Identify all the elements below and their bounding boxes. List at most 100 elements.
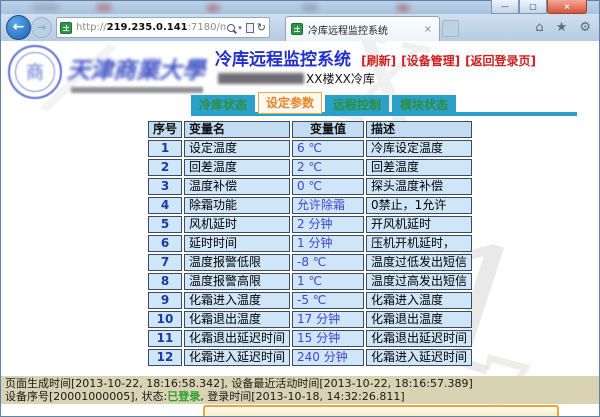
variable-value: 240 分钟 bbox=[292, 349, 364, 366]
tab-underline-bar bbox=[191, 112, 577, 116]
url-text[interactable]: http://219.235.0.141:7180/ni?SID=C15 bbox=[76, 22, 226, 33]
forward-button[interactable]: → bbox=[31, 17, 52, 38]
location-suffix: XX楼XX冷库 bbox=[306, 70, 375, 87]
window-controls: — ▢ × bbox=[491, 0, 587, 14]
back-arrow-icon: ← bbox=[13, 19, 25, 35]
minimize-button[interactable]: — bbox=[491, 0, 519, 14]
variable-name: 化霜退出温度 bbox=[184, 311, 290, 328]
variable-desc: 压机开机延时， bbox=[366, 235, 472, 252]
variable-desc: 化霜退出延迟时间 bbox=[366, 330, 472, 347]
row-number: 10 bbox=[148, 311, 182, 328]
variable-desc: 回差温度 bbox=[366, 159, 472, 176]
search-icon[interactable] bbox=[227, 24, 235, 32]
browser-chrome: ← → http://219.235.0.141:7180/ni?SID=C15… bbox=[1, 14, 599, 41]
row-number: 6 bbox=[148, 235, 182, 252]
variable-desc: 化霜进入温度 bbox=[366, 292, 472, 309]
tab-bar: 冷库状态设定参数远程控制模块状态 bbox=[191, 92, 456, 114]
favorites-star-icon[interactable]: ★ bbox=[556, 20, 568, 35]
variable-desc: 冷库设定温度 bbox=[366, 140, 472, 157]
table-row: 8温度报警高限1 ℃温度过高发出短信 bbox=[148, 273, 472, 290]
table-row: 11化霜退出延迟时间15 分钟化霜退出延迟时间 bbox=[148, 330, 472, 347]
location-subtitle: XX楼XX冷库 bbox=[218, 70, 375, 87]
close-button[interactable]: × bbox=[547, 0, 587, 14]
row-number: 3 bbox=[148, 178, 182, 195]
variable-desc: 探头温度补偿 bbox=[366, 178, 472, 195]
search-dropdown-caret-icon[interactable]: ▾ bbox=[238, 24, 242, 32]
variable-value: 6 ℃ bbox=[292, 140, 364, 157]
site-favicon bbox=[60, 22, 72, 34]
new-tab-button[interactable] bbox=[442, 20, 459, 37]
status-footer: 页面生成时间[2013-10-22, 18:16:58.342], 设备最近活动… bbox=[1, 376, 599, 404]
header-link-1[interactable]: [刷新] bbox=[361, 54, 396, 68]
redacted-location-text bbox=[218, 73, 304, 84]
variable-desc: 开风机延时 bbox=[366, 216, 472, 233]
row-number: 5 bbox=[148, 216, 182, 233]
row-number: 9 bbox=[148, 292, 182, 309]
column-header: 变量名 bbox=[184, 121, 290, 138]
refresh-icon[interactable]: ↻ bbox=[257, 21, 266, 34]
variable-name: 回差温度 bbox=[184, 159, 290, 176]
variable-name: 设定温度 bbox=[184, 140, 290, 157]
device-status-line: 设备序号[20001000005], 状态:已登录, 登录时间[2013-10-… bbox=[5, 390, 595, 403]
row-number: 11 bbox=[148, 330, 182, 347]
variable-value: 2 分钟 bbox=[292, 216, 364, 233]
table-row: 4除霜功能允许除霜0禁止，1允许 bbox=[148, 197, 472, 214]
compatibility-view-icon[interactable] bbox=[246, 23, 254, 33]
row-number: 4 bbox=[148, 197, 182, 214]
variable-desc: 0禁止，1允许 bbox=[366, 197, 472, 214]
back-button[interactable]: ← bbox=[6, 15, 31, 40]
table-row: 9化霜进入温度-5 ℃化霜进入温度 bbox=[148, 292, 472, 309]
tab-favicon bbox=[291, 23, 303, 35]
tab-close-icon[interactable]: × bbox=[422, 24, 434, 35]
table-row: 12化霜进入延迟时间240 分钟化霜进入延迟时间 bbox=[148, 349, 472, 366]
variable-value: 1 ℃ bbox=[292, 273, 364, 290]
row-number: 8 bbox=[148, 273, 182, 290]
variable-value: 1 分钟 bbox=[292, 235, 364, 252]
login-status-badge: 已登录 bbox=[167, 390, 200, 403]
maximize-button[interactable]: ▢ bbox=[519, 0, 547, 14]
row-number: 1 bbox=[148, 140, 182, 157]
table-row: 10化霜退出温度17 分钟化霜退出温度 bbox=[148, 311, 472, 328]
column-header: 变量值 bbox=[292, 121, 364, 138]
variable-name: 化霜退出延迟时间 bbox=[184, 330, 290, 347]
tab-title: 冷库远程监控系统 bbox=[308, 22, 422, 37]
params-table-header-row: 序号变量名变量值描述 bbox=[148, 121, 472, 138]
toolbar-icons: ⌂ ★ ⚙ bbox=[535, 20, 591, 35]
table-row: 3温度补偿0 ℃探头温度补偿 bbox=[148, 178, 472, 195]
tab-2[interactable]: 设定参数 bbox=[258, 92, 322, 114]
settings-gear-icon[interactable]: ⚙ bbox=[579, 20, 591, 35]
variable-name: 温度报警高限 bbox=[184, 273, 290, 290]
header-link-2[interactable]: [设备管理] bbox=[401, 54, 460, 68]
column-header: 序号 bbox=[148, 121, 182, 138]
table-row: 7温度报警低限-8 ℃温度过低发出短信 bbox=[148, 254, 472, 271]
browser-tab[interactable]: 冷库远程监控系统 × bbox=[285, 16, 440, 41]
page-title: 冷库远程监控系统 bbox=[215, 50, 351, 70]
variable-name: 温度报警低限 bbox=[184, 254, 290, 271]
variable-name: 化霜进入温度 bbox=[184, 292, 290, 309]
page-content: X 1 / 7 天津商業大學 冷库远程监控系统 [刷新][设备管理][返回登录页… bbox=[1, 41, 599, 416]
variable-value: 允许除霜 bbox=[292, 197, 364, 214]
column-header: 描述 bbox=[366, 121, 472, 138]
partial-bottom-element[interactable] bbox=[203, 405, 559, 416]
params-table: 序号变量名变量值描述 1设定温度6 ℃冷库设定温度2回差温度2 ℃回差温度3温度… bbox=[146, 119, 474, 368]
variable-value: 0 ℃ bbox=[292, 178, 364, 195]
variable-desc: 温度过高发出短信 bbox=[366, 273, 472, 290]
variable-desc: 化霜退出温度 bbox=[366, 311, 472, 328]
home-icon[interactable]: ⌂ bbox=[535, 20, 543, 35]
variable-value: 17 分钟 bbox=[292, 311, 364, 328]
table-row: 5风机延时2 分钟开风机延时 bbox=[148, 216, 472, 233]
table-row: 6延时时间1 分钟压机开机延时， bbox=[148, 235, 472, 252]
table-row: 1设定温度6 ℃冷库设定温度 bbox=[148, 140, 472, 157]
address-bar[interactable]: http://219.235.0.141:7180/ni?SID=C15 ▾ ↻ bbox=[56, 17, 270, 38]
variable-name: 化霜进入延迟时间 bbox=[184, 349, 290, 366]
variable-value: 15 分钟 bbox=[292, 330, 364, 347]
header-links: [刷新] [设备管理] [返回登录页] bbox=[356, 50, 536, 69]
variable-value: -5 ℃ bbox=[292, 292, 364, 309]
forward-arrow-icon: → bbox=[37, 21, 46, 34]
header-link-3[interactable]: [返回登录页] bbox=[465, 54, 536, 68]
university-name-calligraphy: 天津商業大學 bbox=[67, 51, 212, 85]
row-number: 12 bbox=[148, 349, 182, 366]
university-name-english-blurred bbox=[71, 87, 203, 93]
row-number: 2 bbox=[148, 159, 182, 176]
params-table-body: 1设定温度6 ℃冷库设定温度2回差温度2 ℃回差温度3温度补偿0 ℃探头温度补偿… bbox=[148, 140, 472, 366]
